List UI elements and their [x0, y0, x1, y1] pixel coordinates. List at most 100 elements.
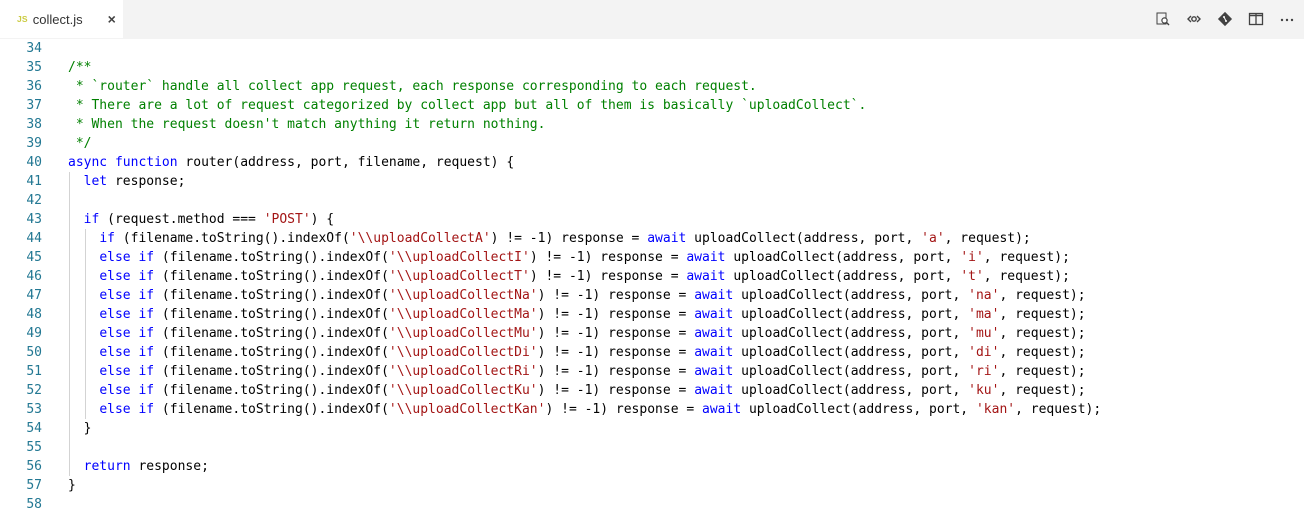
code-token: await: [647, 231, 687, 246]
code-line[interactable]: 55: [0, 438, 1304, 457]
line-number: 53: [26, 402, 42, 417]
code-line[interactable]: 47 else if (filename.toString().indexOf(…: [0, 286, 1304, 305]
code-token: return: [83, 459, 131, 474]
code-line[interactable]: 36 * `router` handle all collect app req…: [0, 77, 1304, 96]
line-number: 43: [26, 212, 42, 227]
code-token: uploadCollect(address, port,: [733, 345, 969, 360]
code-text: else if (filename.toString().indexOf('\\…: [68, 362, 1085, 381]
line-number: 54: [26, 421, 42, 436]
line-number: 39: [26, 136, 42, 151]
code-token: , request);: [983, 250, 1070, 265]
code-line[interactable]: 34: [0, 39, 1304, 58]
line-number: 47: [26, 288, 42, 303]
line-number: 40: [26, 155, 42, 170]
code-text: if (filename.toString().indexOf('\\uploa…: [68, 229, 1030, 248]
code-line[interactable]: 56 return response;: [0, 457, 1304, 476]
code-token: , request);: [999, 345, 1086, 360]
code-token: '\\uploadCollectDi': [388, 345, 538, 360]
code-line[interactable]: 35 /**: [0, 58, 1304, 77]
code-line[interactable]: 37 * There are a lot of request categori…: [0, 96, 1304, 115]
code-token: (filename.toString().indexOf(: [154, 288, 389, 303]
code-token: 'a': [921, 231, 945, 246]
code-token: if: [99, 231, 115, 246]
line-number: 44: [26, 231, 42, 246]
code-line[interactable]: 58: [0, 495, 1304, 514]
open-preview-icon[interactable]: [1154, 10, 1172, 28]
code-line[interactable]: 57}: [0, 476, 1304, 495]
git-compare-icon[interactable]: [1216, 10, 1234, 28]
code-token: response;: [130, 459, 209, 474]
code-line[interactable]: 44 if (filename.toString().indexOf('\\up…: [0, 229, 1304, 248]
code-text: * `router` handle all collect app reques…: [68, 77, 757, 96]
code-editor[interactable]: 34 35 /** 36 * `router` handle all collect …: [0, 39, 1304, 514]
code-token: async: [68, 155, 108, 170]
editor-actions: [1154, 0, 1296, 38]
tab-collect-js[interactable]: JS collect.js ×: [0, 0, 123, 38]
code-token: await: [694, 383, 734, 398]
code-line[interactable]: 50 else if (filename.toString().indexOf(…: [0, 343, 1304, 362]
code-token: function: [114, 155, 178, 170]
code-line[interactable]: 46 else if (filename.toString().indexOf(…: [0, 267, 1304, 286]
line-number: 38: [26, 117, 42, 132]
code-line[interactable]: 43 if (request.method === 'POST') {: [0, 210, 1304, 229]
code-text: let response;: [68, 172, 186, 191]
code-token: '\\uploadCollectRi': [388, 364, 538, 379]
code-text: }: [68, 419, 92, 438]
code-line[interactable]: 54 }: [0, 419, 1304, 438]
code-token: 'POST': [263, 212, 311, 227]
code-line[interactable]: 48 else if (filename.toString().indexOf(…: [0, 305, 1304, 324]
code-token: 't': [960, 269, 984, 284]
code-line[interactable]: 42: [0, 191, 1304, 210]
code-token: router(address, port, filename, request)…: [177, 155, 515, 170]
code-token: if: [138, 345, 155, 360]
code-token: , request);: [999, 288, 1086, 303]
code-token: else: [99, 269, 131, 284]
code-line[interactable]: 51 else if (filename.toString().indexOf(…: [0, 362, 1304, 381]
code-line[interactable]: 52 else if (filename.toString().indexOf(…: [0, 381, 1304, 400]
code-line[interactable]: 49 else if (filename.toString().indexOf(…: [0, 324, 1304, 343]
code-token: uploadCollect(address, port,: [733, 326, 969, 341]
code-token: if: [138, 383, 155, 398]
code-token: uploadCollect(address, port,: [733, 364, 969, 379]
code-token: response;: [107, 174, 186, 189]
code-token: (filename.toString().indexOf(: [154, 383, 389, 398]
close-tab-icon[interactable]: ×: [105, 11, 119, 27]
code-token: 'ma': [968, 307, 1000, 322]
code-token: ) != -1) response =: [537, 364, 695, 379]
more-actions-icon[interactable]: [1278, 10, 1296, 28]
split-editor-icon[interactable]: [1247, 10, 1265, 28]
line-number: 48: [26, 307, 42, 322]
code-token: (filename.toString().indexOf(: [154, 250, 389, 265]
go-to-changes-icon[interactable]: [1185, 10, 1203, 28]
line-number: 41: [26, 174, 42, 189]
code-line[interactable]: 41 let response;: [0, 172, 1304, 191]
code-token: uploadCollect(address, port,: [725, 250, 961, 265]
code-token: (filename.toString().indexOf(: [154, 364, 389, 379]
code-token: , request);: [983, 269, 1070, 284]
code-line[interactable]: 40 async function router(address, port, f…: [0, 153, 1304, 172]
code-token: 'ri': [968, 364, 1000, 379]
code-token: else: [99, 345, 131, 360]
code-token: await: [702, 402, 742, 417]
code-token: , request);: [999, 326, 1086, 341]
line-number: 49: [26, 326, 42, 341]
javascript-file-icon: JS: [17, 14, 28, 24]
code-text: * There are a lot of request categorized…: [68, 96, 867, 115]
code-line[interactable]: 53 else if (filename.toString().indexOf(…: [0, 400, 1304, 419]
code-text: if (request.method === 'POST') {: [68, 210, 334, 229]
code-text: else if (filename.toString().indexOf('\\…: [68, 324, 1086, 343]
code-token: uploadCollect(address, port,: [725, 269, 961, 284]
code-token: if: [138, 364, 155, 379]
code-line[interactable]: 45 else if (filename.toString().indexOf(…: [0, 248, 1304, 267]
code-token: uploadCollect(address, port,: [733, 288, 969, 303]
code-line[interactable]: 38 * When the request doesn't match anyt…: [0, 115, 1304, 134]
code-line[interactable]: 39 */: [0, 134, 1304, 153]
code-text: else if (filename.toString().indexOf('\\…: [68, 248, 1070, 267]
